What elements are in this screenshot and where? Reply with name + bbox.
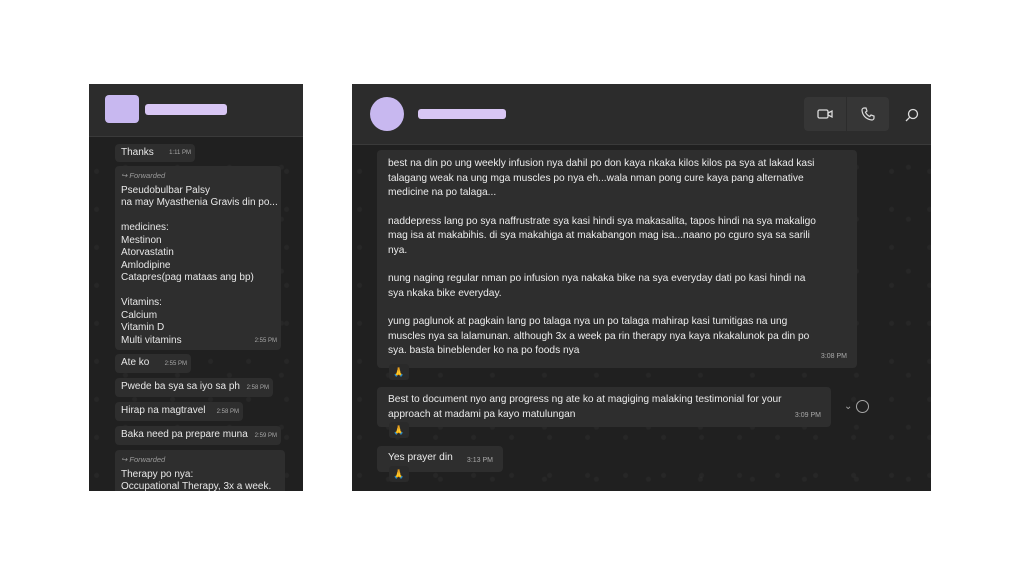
chat-header [352,84,931,145]
message-time: 2:55 PM [254,337,277,344]
search-icon [905,108,919,122]
contact-name-redacted [418,109,506,119]
message-text: Thanks [121,147,154,158]
phone-icon [861,107,875,121]
message-text: Ate ko [121,357,150,368]
prayer-reaction[interactable]: 🙏 [389,422,409,438]
message-line: medicines: [121,222,169,233]
message-bubble-forwarded[interactable]: ↪ Forwarded Therapy po nya: Occupational… [115,450,285,491]
message-bubble[interactable]: Thanks 1:11 PM [115,144,195,162]
message-line: best na din po ung weekly infusion nya d… [388,158,815,169]
message-line: medicine na po talaga... [388,187,497,198]
message-line: muscles nya sa lalamunan. although 3x a … [388,330,810,342]
message-line: Best to document nyo ang progress ng ate… [388,394,782,405]
message-text: Pwede ba sya sa iyo sa ph [121,381,240,392]
message-bubble[interactable]: best na din po ung weekly infusion nya d… [377,150,857,368]
message-time: 2:59 PM [254,432,277,439]
message-time: 3:13 PM [466,456,493,464]
chevron-down-icon[interactable]: ⌄ [844,401,852,412]
message-line: Mestinon [121,234,162,246]
message-line: Amlodipine [121,259,171,271]
message-line: Vitamin D [121,322,165,333]
message-options[interactable]: ⌄ [844,400,870,413]
forwarded-label: ↪ Forwarded [121,455,166,464]
message-bubble[interactable]: Ate ko 2:55 PM [115,354,191,373]
message-line: sya. basta bineblender ko na po foods ny… [388,345,580,356]
prayer-reaction[interactable]: 🙏 [389,466,409,482]
message-bubble[interactable]: Pwede ba sya sa iyo sa ph 2:58 PM [115,378,273,397]
message-line: Pseudobulbar Palsy [121,184,210,196]
message-line: naddepress lang po sya naffrustrate sya … [388,215,816,227]
avatar[interactable] [105,95,139,123]
message-bubble[interactable]: Best to document nyo ang progress ng ate… [377,387,831,427]
message-time: 2:58 PM [216,408,239,415]
avatar[interactable] [370,97,404,131]
message-time: 2:55 PM [164,360,187,367]
message-line [121,210,275,223]
left-chat-screenshot: Thanks 1:11 PM ↪ Forwarded Pseudobulbar … [89,84,303,491]
emoji-reaction-icon[interactable] [856,400,870,413]
message-line: Occupational Therapy, 3x a week. [121,481,272,491]
voice-call-button[interactable] [847,97,889,131]
message-line: nung naging regular nman po infusion nya… [388,273,806,284]
message-bubble-forwarded[interactable]: ↪ Forwarded Pseudobulbar Palsy na may My… [115,166,281,350]
message-line [121,285,275,298]
prayer-reaction[interactable]: 🙏 [389,364,409,380]
message-list: Thanks 1:11 PM ↪ Forwarded Pseudobulbar … [89,137,303,491]
video-call-button[interactable] [804,97,846,131]
right-chat-screenshot: best na din po ung weekly infusion nya d… [352,84,931,491]
message-text: Yes prayer din [388,452,453,463]
message-line: sya nkaka bike everyday. [388,287,502,299]
search-button[interactable] [905,108,919,122]
message-line: mag isa at makabihis. di sya makahiga at… [388,230,810,241]
message-time: 1:11 PM [169,149,191,156]
message-line: na may Myasthenia Gravis din po... [121,197,278,208]
message-line: approach at madami pa kayo matulungan [388,408,576,420]
message-line: Catapres(pag mataas ang bp) [121,272,254,283]
message-line: nya. [388,244,408,256]
forwarded-label: ↪ Forwarded [121,171,166,180]
message-line: Therapy po nya: [121,468,194,480]
message-time: 3:09 PM [794,411,821,419]
message-line: Multi vitamins [121,334,182,346]
message-line: yung paglunok at pagkain lang po talaga … [388,316,788,327]
contact-name-redacted [145,104,227,115]
message-line: Atorvastatin [121,247,174,258]
video-camera-icon [817,109,833,119]
message-line: Calcium [121,309,158,321]
message-line: Vitamins: [121,297,162,308]
message-text: Baka need pa prepare muna [121,429,248,440]
message-bubble[interactable]: Baka need pa prepare muna 2:59 PM [115,426,281,445]
message-line: talagang weak na ung mga muscles po nya … [388,172,804,184]
message-text: Hirap na magtravel [121,405,206,416]
message-time: 2:58 PM [246,384,269,391]
message-time: 3:08 PM [820,352,847,360]
message-bubble[interactable]: Hirap na magtravel 2:58 PM [115,402,243,421]
chat-header [89,84,303,137]
